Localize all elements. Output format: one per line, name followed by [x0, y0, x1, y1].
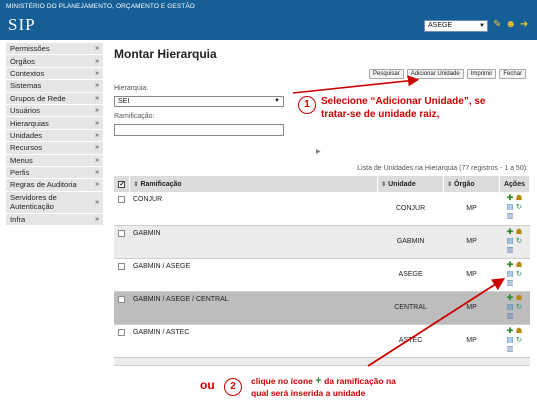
- step-1-note: Selecione “Adicionar Unidade”, se tratar…: [321, 95, 486, 121]
- step-1-badge: 1: [298, 96, 316, 114]
- plus-icon: +: [315, 375, 322, 387]
- step-1-line-2: tratar-se de unidade raiz,: [321, 109, 440, 120]
- step-2-suffix: da ramificação na: [324, 376, 396, 386]
- step-2-prefix: clique no ícone: [251, 376, 313, 386]
- ou-label: ou: [200, 378, 215, 392]
- arrow-to-plus-icon: [367, 278, 506, 367]
- step-2-line-1: clique no ícone + da ramificação na: [251, 375, 396, 387]
- step-2-note: clique no ícone + da ramificação na qual…: [251, 375, 396, 399]
- step-2-line-2: qual será inserida a unidade: [251, 388, 366, 398]
- annotation-arrows: [292, 75, 506, 367]
- step-1-line-1: Selecione “Adicionar Unidade”, se: [321, 96, 486, 107]
- arrow-to-adicionar: [292, 75, 420, 94]
- step-2-badge: 2: [224, 378, 242, 396]
